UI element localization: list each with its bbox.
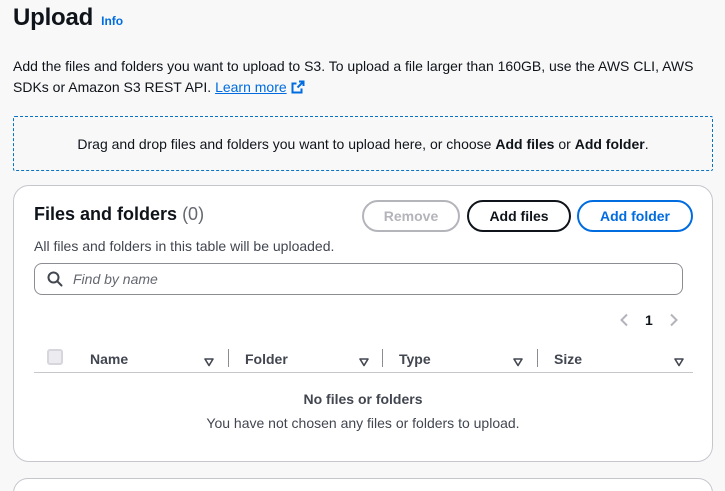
page-number[interactable]: 1 — [645, 312, 653, 328]
info-link[interactable]: Info — [101, 14, 123, 28]
dropzone-add-folder-text: Add folder — [574, 135, 645, 152]
panel-title: Files and folders (0) — [34, 204, 205, 224]
description-text: Add the files and folders you want to up… — [13, 58, 694, 95]
file-count: (0) — [182, 204, 205, 224]
chevron-left-icon[interactable] — [618, 313, 630, 327]
caret-down-icon[interactable] — [674, 354, 684, 372]
external-link-icon — [291, 79, 305, 100]
pagination: 1 — [618, 310, 680, 330]
column-header-type[interactable]: Type — [399, 346, 431, 372]
chevron-right-icon[interactable] — [668, 313, 680, 327]
files-and-folders-panel: Files and folders (0) All files and fold… — [13, 185, 713, 462]
search-icon — [47, 271, 63, 287]
page-header: Upload Info — [13, 4, 123, 32]
caret-down-icon[interactable] — [204, 354, 214, 372]
dropzone-text: Drag and drop files and folders you want… — [77, 135, 649, 152]
search-input[interactable] — [73, 271, 633, 287]
column-header-size[interactable]: Size — [554, 346, 582, 372]
select-all-checkbox[interactable] — [47, 349, 63, 365]
column-label: Name — [90, 351, 129, 367]
table-header: Name Folder Type Size — [34, 346, 693, 372]
panel-subtitle: All files and folders in this table will… — [34, 238, 335, 254]
column-divider[interactable] — [228, 349, 229, 367]
dropzone-add-files-text: Add files — [495, 135, 555, 152]
learn-more-label: Learn more — [215, 79, 287, 95]
column-header-folder[interactable]: Folder — [245, 346, 288, 372]
page-title: Upload — [13, 4, 94, 31]
column-divider[interactable] — [382, 349, 383, 367]
learn-more-link[interactable]: Learn more — [215, 79, 305, 95]
empty-state-message: You have not chosen any files or folders… — [206, 415, 520, 431]
caret-down-icon[interactable] — [359, 354, 369, 372]
add-files-button[interactable]: Add files — [467, 200, 571, 232]
column-label: Size — [554, 351, 583, 367]
column-label: Type — [399, 351, 431, 367]
add-folder-button[interactable]: Add folder — [577, 200, 693, 232]
column-divider[interactable] — [537, 349, 538, 367]
column-label: Folder — [245, 351, 288, 367]
remove-button[interactable]: Remove — [362, 200, 460, 232]
search-field[interactable] — [34, 263, 683, 295]
empty-state-title: No files or folders — [303, 391, 423, 407]
caret-down-icon[interactable] — [513, 354, 523, 372]
table-header-divider — [34, 372, 693, 373]
page-description: Add the files and folders you want to up… — [13, 56, 713, 100]
upload-dropzone[interactable]: Drag and drop files and folders you want… — [13, 116, 713, 171]
next-panel — [13, 478, 713, 491]
column-header-name[interactable]: Name — [90, 346, 128, 372]
